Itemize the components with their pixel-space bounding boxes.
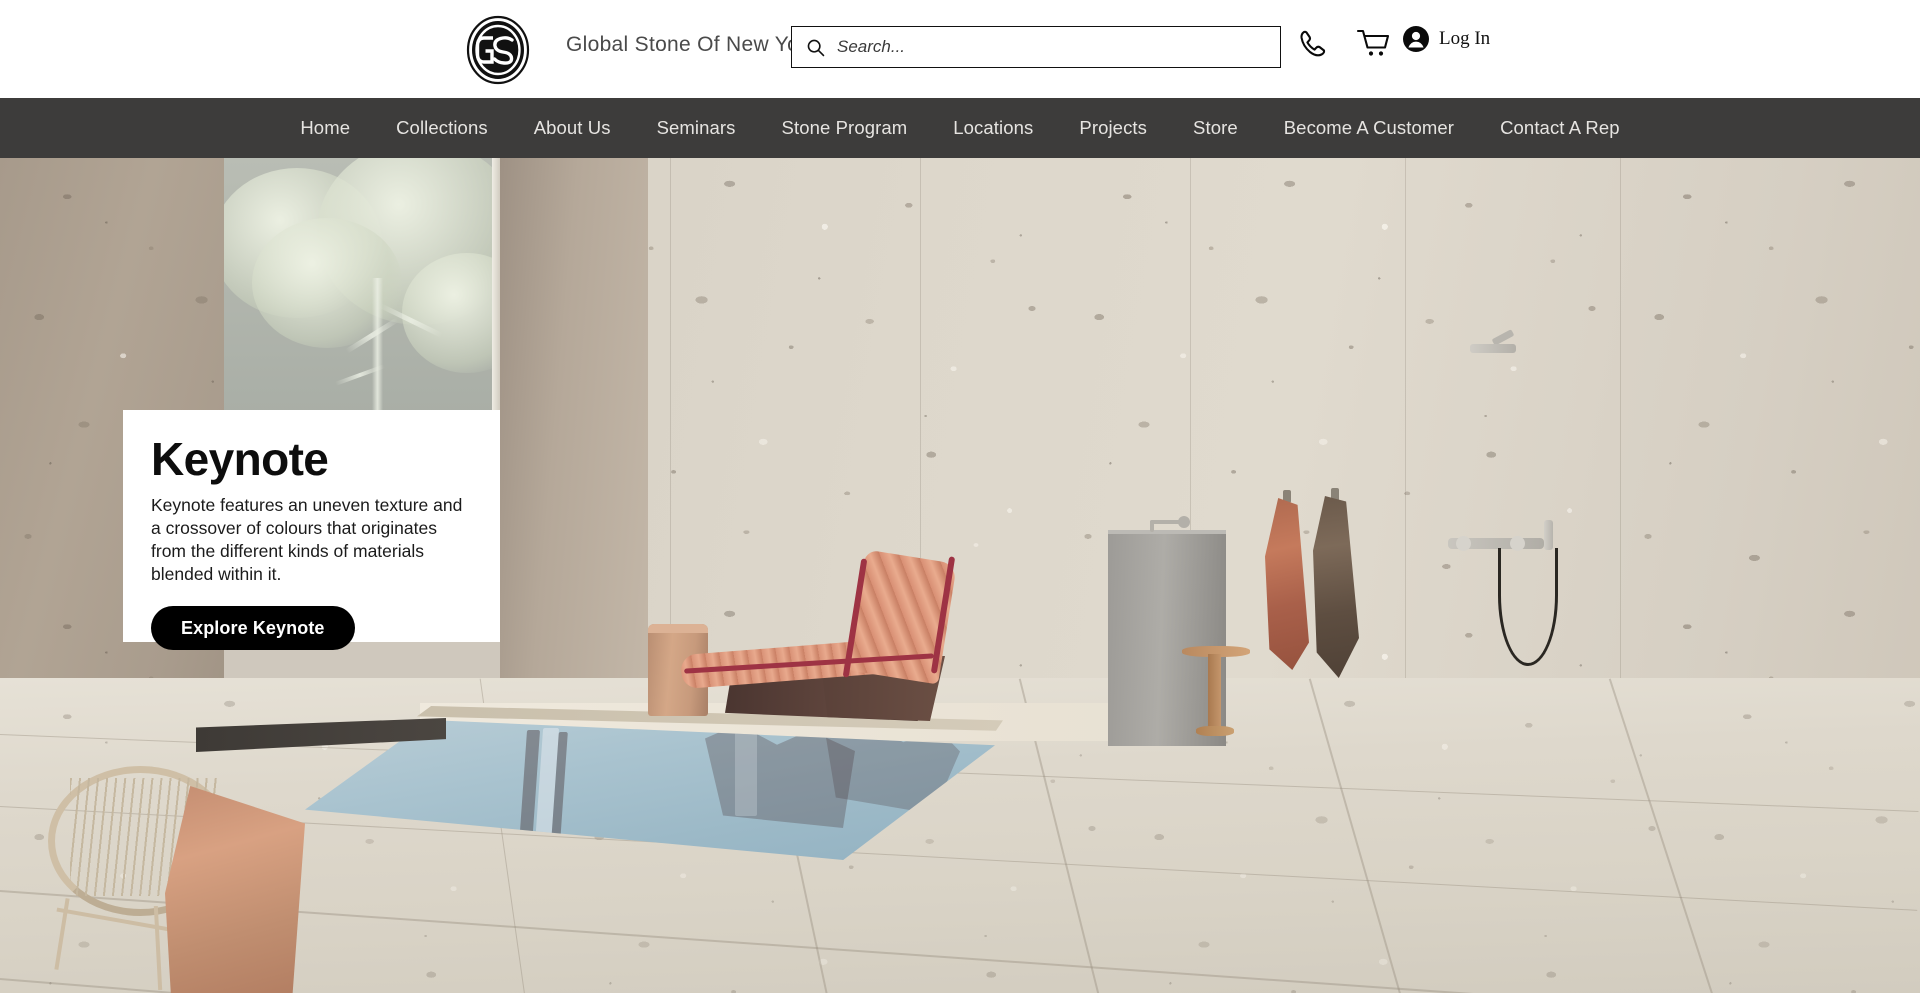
wall-pier [500,158,648,718]
nav-item-contact-a-rep[interactable]: Contact A Rep [1477,117,1643,139]
handheld-shower-handle [1544,520,1553,550]
shopping-cart-icon[interactable] [1354,24,1392,62]
phone-icon[interactable] [1294,24,1332,62]
gs-monogram-logo[interactable] [462,14,534,86]
shower-valve-knob [1456,536,1471,551]
nav-item-collections[interactable]: Collections [373,117,511,139]
wooden-stool-base [1196,726,1234,736]
wall-faucet-handle [1178,516,1190,528]
search-placeholder: Search... [837,37,906,56]
nav-item-store[interactable]: Store [1170,117,1261,139]
nav-item-locations[interactable]: Locations [930,117,1056,139]
water-reflection [735,720,757,816]
wall-seam [1620,158,1621,758]
nav-item-projects[interactable]: Projects [1056,117,1170,139]
search-input[interactable]: Search... [791,26,1281,68]
wall-seam [1405,158,1406,758]
login-label: Log In [1439,28,1491,49]
hero-content-card: Keynote Keynote features an uneven textu… [123,410,500,651]
hero-title: Keynote [151,433,329,485]
wooden-stool-leg [1208,654,1221,730]
header-icon-group [1294,24,1392,62]
nav-item-become-a-customer[interactable]: Become A Customer [1261,117,1477,139]
user-avatar-icon [1403,26,1429,52]
nav-item-seminars[interactable]: Seminars [634,117,759,139]
login-button[interactable]: Log In [1403,26,1490,52]
site-header: Global Stone Of New York Search... Log I… [0,0,1920,98]
hero-description: Keynote features an uneven texture and a… [151,494,463,585]
shower-head [1470,344,1516,353]
hero-banner: Keynote Keynote features an uneven textu… [0,158,1920,993]
wall-faucet-spout [1150,520,1154,532]
draped-towel [165,786,305,993]
nav-item-stone-program[interactable]: Stone Program [759,117,931,139]
explore-keynote-button[interactable]: Explore Keynote [151,606,355,651]
nav-item-about-us[interactable]: About Us [511,117,634,139]
main-navigation: Home Collections About Us Seminars Stone… [0,98,1920,158]
nav-list: Home Collections About Us Seminars Stone… [277,117,1642,139]
nav-item-home[interactable]: Home [277,117,373,139]
brand-name: Global Stone Of New York [566,33,818,56]
wall-faucet-spout [1150,520,1180,524]
search-icon [807,39,825,56]
